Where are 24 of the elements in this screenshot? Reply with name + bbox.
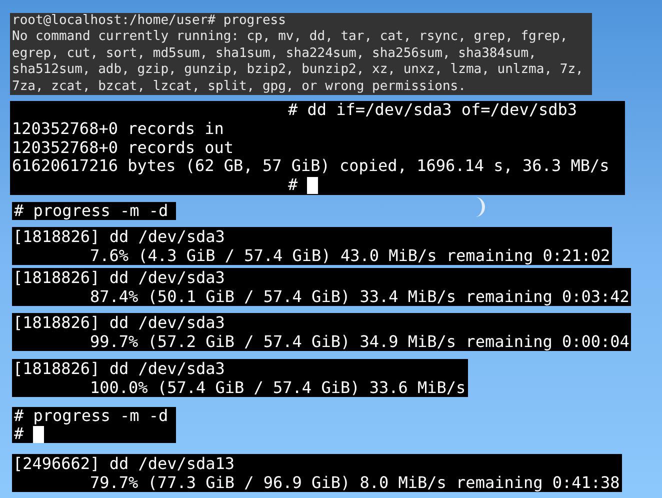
process-line: [1818826] dd /dev/sda3 (13, 313, 226, 332)
terminal-line: 120352768+0 records out (12, 138, 235, 158)
moon-icon (475, 197, 485, 217)
process-line: [1818826] dd /dev/sda3 (13, 268, 226, 288)
progress-stats: 79.7% (77.3 GiB / 96.9 GiB) 8.0 MiB/s remaining 0:41:38 (89, 473, 620, 492)
terminal-line: 120352768+0 records in (12, 120, 225, 139)
shell-prompt: # (14, 425, 24, 444)
shell-prompt: # progress -m -d (14, 202, 168, 220)
terminal-line: egrep, cut, sort, md5sum, sha1sum, sha224sum, sha256sum, sha384sum, (12, 46, 538, 62)
terminal-command: # dd if=/dev/sda3 of=/dev/sdb3 (287, 101, 578, 120)
terminal-line: sha512sum, adb, gzip, gunzip, bzip2, bunzip2, xz, unxz, lzma, unlzma, 7z, (12, 62, 584, 79)
shell-prompt: # (288, 176, 298, 196)
terminal-line: No command currently running: cp, mv, dd, tar, cat, rsync, grep, fgrep, (12, 29, 569, 46)
progress-stats: 99.7% (57.2 GiB / 57.4 GiB) 34.9 MiB/s remaining 0:00:04 (89, 332, 630, 352)
progress-stats: 7.6% (4.3 GiB / 57.4 GiB) 43.0 MiB/s remaining 0:21:02 (89, 246, 610, 266)
process-line: [1818826] dd /dev/sda3 (13, 359, 226, 378)
terminal-line: 61620617216 bytes (62 GB, 57 GiB) copied, 1696.14 s, 36.3 MB/s (12, 157, 610, 176)
process-line: [2496662] dd /dev/sda13 (13, 454, 236, 474)
process-line: [1818826] dd /dev/sda3 (13, 227, 226, 246)
terminal-command: # progress -m -d (14, 407, 168, 426)
progress-stats: 87.4% (50.1 GiB / 57.4 GiB) 33.4 MiB/s remaining 0:03:42 (89, 287, 630, 306)
terminal-line: root@localhost:/home/user# progress (12, 13, 287, 30)
progress-stats: 100.0% (57.4 GiB / 57.4 GiB) 33.6 MiB/s (89, 378, 466, 398)
terminal-line: 7za, zcat, bzcat, lzcat, split, gpg, or wrong permissions. (12, 78, 467, 96)
